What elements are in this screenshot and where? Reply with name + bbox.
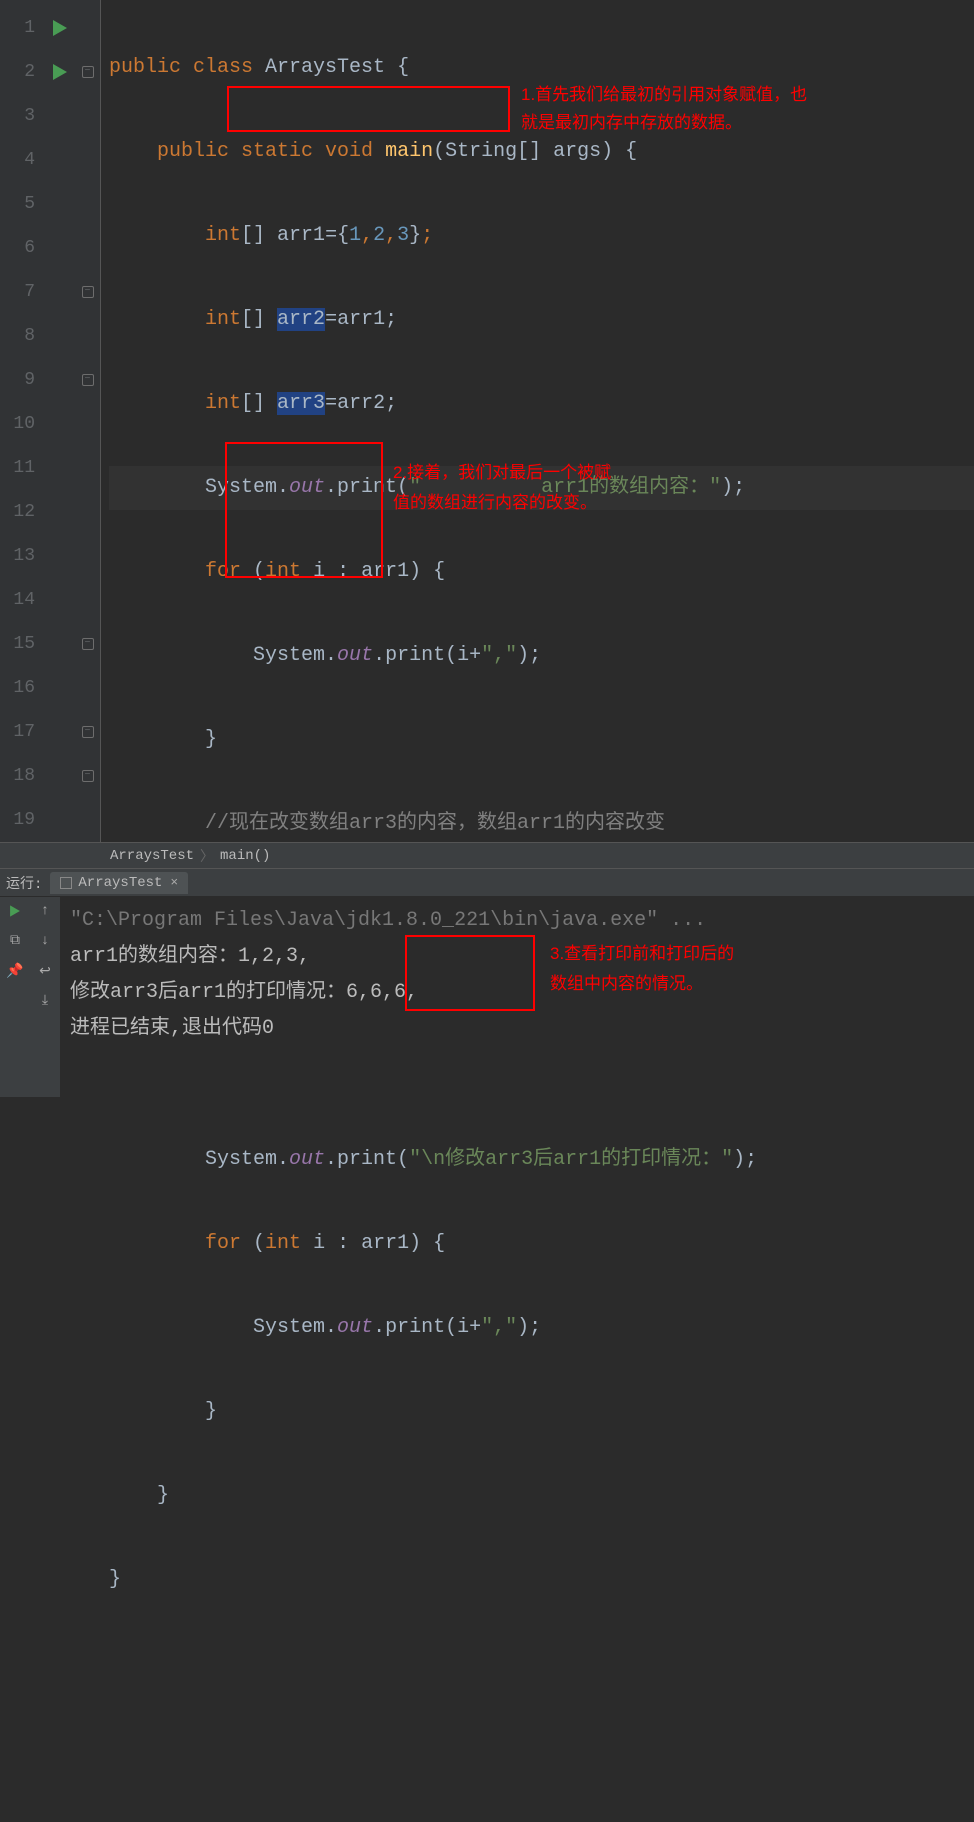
fold-icon[interactable]: −	[75, 358, 100, 402]
console-line1-label: arr1的数组内容：	[70, 945, 238, 968]
scroll-icon[interactable]: ⤓	[37, 993, 53, 1009]
console-line2-label: 修改arr3后arr1的打印情况：	[70, 981, 346, 1004]
pin-icon[interactable]: 📌	[7, 963, 23, 979]
rerun-icon[interactable]	[7, 903, 23, 919]
run-main-icon[interactable]	[45, 50, 75, 94]
fold-column: − − − − − −	[75, 0, 101, 842]
fold-icon[interactable]: −	[75, 50, 100, 94]
gutter-icons	[45, 0, 75, 842]
wrap-icon[interactable]: ↩	[37, 963, 53, 979]
run-toolbar-left: ⧉ 📌	[0, 897, 30, 1097]
console-line2-vals: 6,6,6,	[346, 981, 418, 1004]
console-path: "C:\Program Files\Java\jdk1.8.0_221\bin\…	[70, 903, 974, 939]
code-editor: 1 2 3 4 5 6 7 8 9 10 11 12 13 14 15 16 1…	[0, 0, 974, 842]
annotation-box-1	[227, 86, 510, 132]
run-label: 运行:	[6, 873, 42, 893]
fold-icon[interactable]: −	[75, 710, 100, 754]
fold-icon[interactable]: −	[75, 754, 100, 798]
run-toolbar-left2: ↑ ↓ ↩ ⤓	[30, 897, 60, 1097]
fold-icon[interactable]: −	[75, 270, 100, 314]
console-output[interactable]: "C:\Program Files\Java\jdk1.8.0_221\bin\…	[60, 897, 974, 1097]
code-content[interactable]: public class ArraysTest { public static …	[101, 0, 974, 842]
layout-icon[interactable]: ⧉	[7, 933, 23, 949]
arrow-down-icon[interactable]: ↓	[37, 933, 53, 949]
gutter-line-numbers: 1 2 3 4 5 6 7 8 9 10 11 12 13 14 15 16 1…	[0, 0, 45, 842]
run-panel: 运行: ArraysTest × ⧉ 📌 ↑ ↓ ↩ ⤓ "C:\Program…	[0, 868, 974, 1097]
run-class-icon[interactable]	[45, 6, 75, 50]
arrow-up-icon[interactable]: ↑	[37, 903, 53, 919]
console-line1-vals: 1,2,3,	[238, 945, 310, 968]
console-exit: 进程已结束,退出代码0	[70, 1011, 974, 1047]
run-body: ⧉ 📌 ↑ ↓ ↩ ⤓ "C:\Program Files\Java\jdk1.…	[0, 897, 974, 1097]
config-icon	[60, 877, 72, 889]
fold-icon[interactable]: −	[75, 622, 100, 666]
